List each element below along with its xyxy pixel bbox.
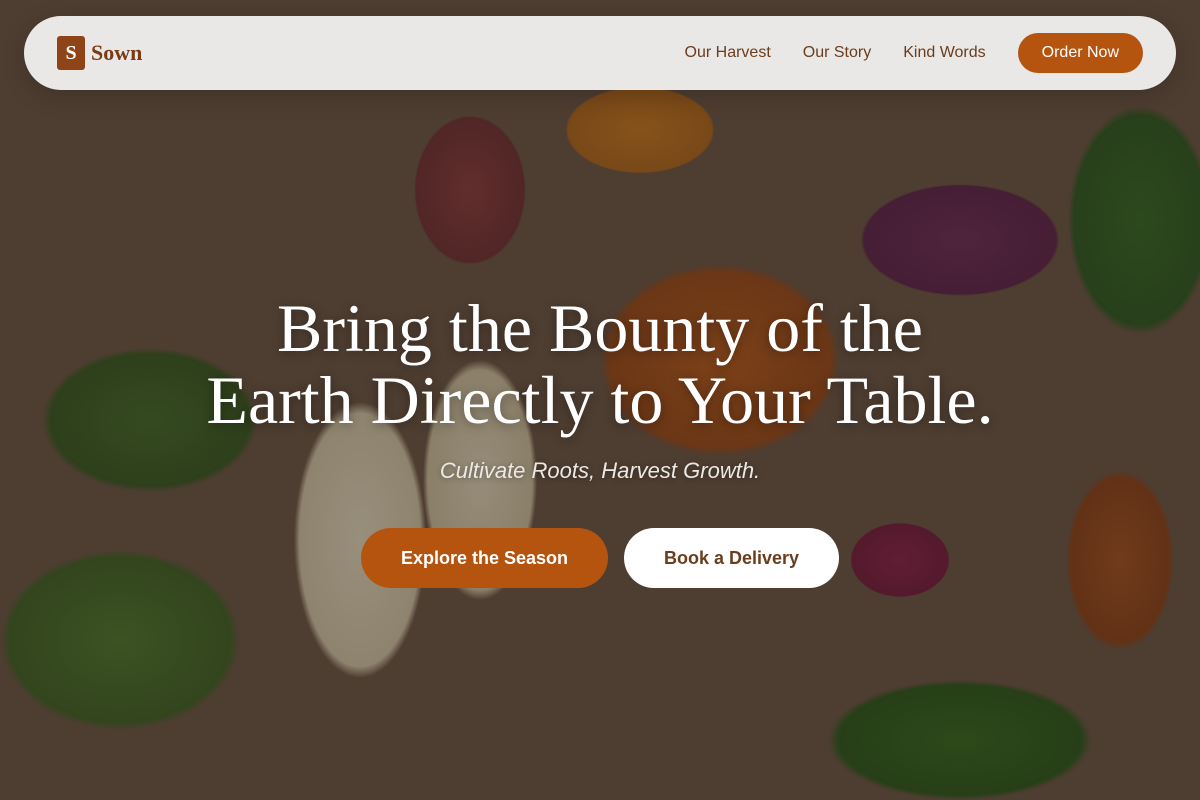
- book-delivery-button[interactable]: Book a Delivery: [624, 528, 840, 588]
- brand-name: Sown: [91, 40, 143, 65]
- hero-actions: Explore the Season Book a Delivery: [0, 528, 1200, 588]
- order-now-button[interactable]: Order Now: [1017, 33, 1143, 73]
- nav-links: Our Harvest Our Story Kind Words Order N…: [685, 33, 1143, 73]
- nav-link-our-harvest[interactable]: Our Harvest: [685, 44, 771, 62]
- nav-link-kind-words[interactable]: Kind Words: [903, 44, 985, 62]
- nav-link-our-story[interactable]: Our Story: [803, 44, 871, 62]
- brand-logo[interactable]: S Sown: [57, 36, 142, 70]
- brand-mark-icon: S: [57, 36, 85, 70]
- hero-title-line-1: Bring the Bounty of the: [277, 290, 923, 366]
- hero-title-line-2: Earth Directly to Your Table.: [206, 362, 994, 438]
- hero-title: Bring the Bounty of the Earth Directly t…: [0, 292, 1200, 436]
- navbar: S Sown Our Harvest Our Story Kind Words …: [24, 16, 1176, 90]
- hero-subtitle: Cultivate Roots, Harvest Growth.: [439, 458, 761, 483]
- hero-section: Bring the Bounty of the Earth Directly t…: [0, 292, 1200, 588]
- explore-season-button[interactable]: Explore the Season: [360, 528, 608, 588]
